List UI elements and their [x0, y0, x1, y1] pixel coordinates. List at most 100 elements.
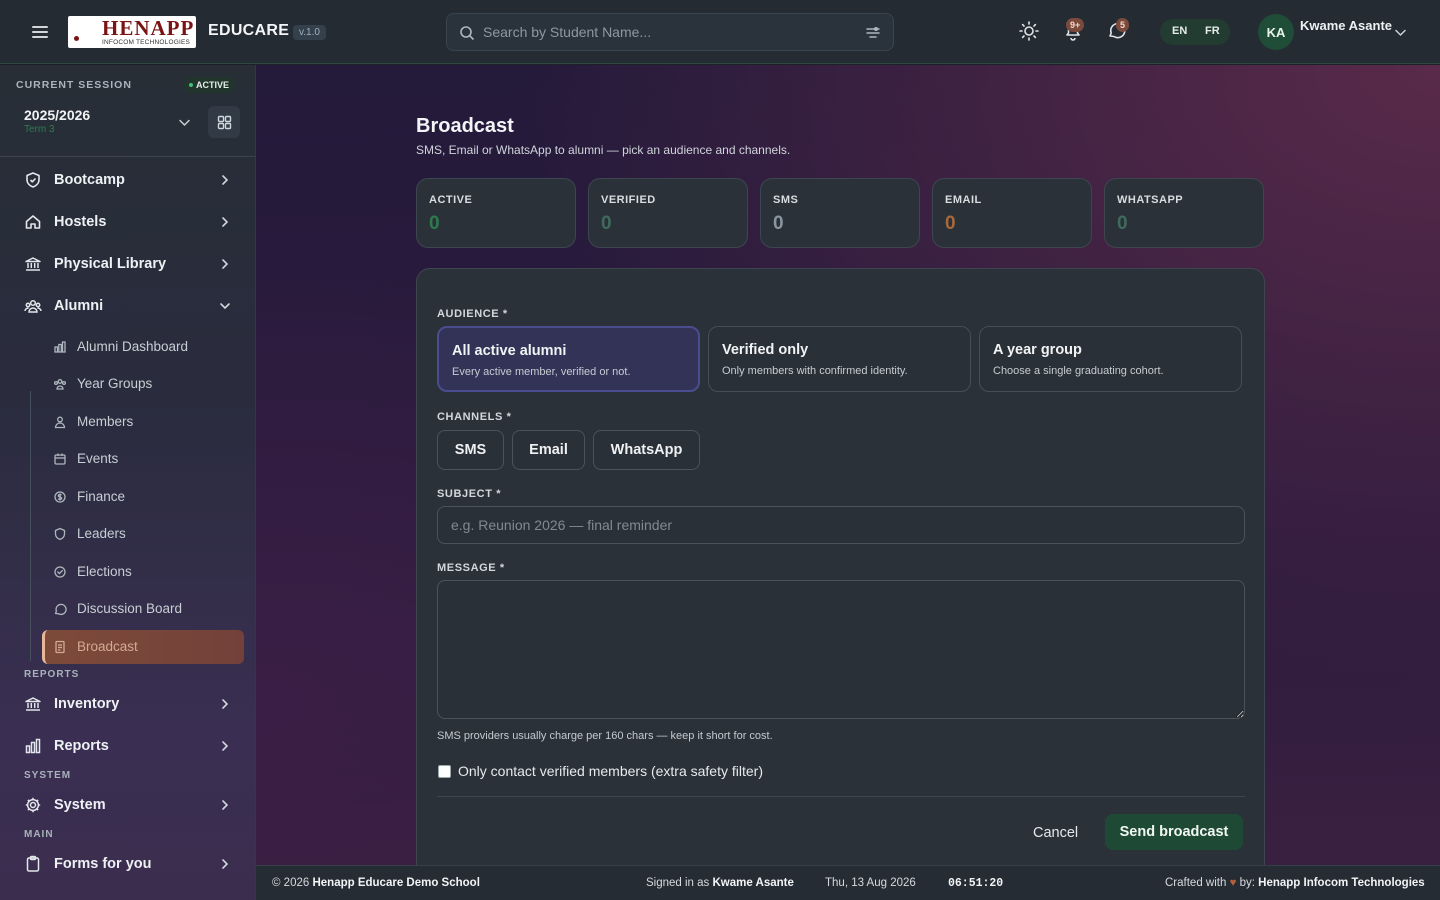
heart-icon: ♥ [1229, 877, 1237, 889]
cancel-button[interactable]: Cancel [1021, 819, 1090, 847]
main-content: Broadcast SMS, Email or WhatsApp to alum… [256, 65, 1440, 865]
stat-value: 0 [773, 213, 784, 234]
footer-credits: Crafted with ♥ by: Henapp Infocom Techno… [1165, 877, 1425, 889]
broadcast-icon [55, 640, 65, 654]
lang-en-button[interactable]: EN [1172, 25, 1187, 37]
chevron-right-icon [222, 175, 229, 185]
sidebar-item-leaders[interactable]: Leaders [42, 517, 244, 551]
building-icon [25, 697, 41, 711]
sidebar-item-alumni[interactable]: Alumni [0, 286, 255, 326]
chevron-down-icon [220, 303, 230, 310]
sidebar-item-inventory[interactable]: Inventory [0, 684, 255, 724]
sidebar-item-hostels[interactable]: Hostels [0, 202, 255, 242]
broadcast-form: AUDIENCE * All active alumni Every activ… [416, 268, 1265, 865]
lang-fr-button[interactable]: FR [1205, 25, 1220, 37]
chevron-down-icon[interactable] [178, 116, 191, 129]
notifications-badge: 9+ [1066, 18, 1085, 32]
message-textarea[interactable] [437, 580, 1245, 719]
footer: © 2026 Henapp Educare Demo School Signed… [256, 865, 1440, 900]
verified-only-checkbox[interactable] [438, 765, 451, 778]
chevron-right-icon [222, 859, 229, 869]
users-icon [24, 299, 42, 313]
sidebar: CURRENT SESSION ACTIVE 2025/2026 Term 3 … [0, 65, 256, 900]
messages-badge: 5 [1116, 18, 1130, 32]
bar-chart-icon [25, 738, 41, 754]
channel-email-button[interactable]: Email [512, 430, 585, 470]
library-icon [25, 257, 41, 271]
sun-icon[interactable] [1018, 20, 1040, 42]
audience-option-year-group[interactable]: A year group Choose a single graduating … [979, 326, 1242, 392]
avatar[interactable]: KA [1258, 14, 1294, 50]
verified-only-label[interactable]: Only contact verified members (extra saf… [458, 763, 763, 779]
search-icon [460, 26, 475, 41]
chat-icon [54, 603, 67, 615]
stat-value: 0 [601, 213, 612, 234]
stat-card-verified: VERIFIED 0 [588, 178, 748, 248]
check-circle-icon [54, 566, 66, 578]
clipboard-icon [26, 855, 40, 872]
stat-value: 0 [945, 213, 956, 234]
sidebar-item-events[interactable]: Events [42, 442, 244, 476]
user-name[interactable]: Kwame Asante [1300, 18, 1392, 33]
top-bar: HENAPP INFOCOM TECHNOLOGIES EDUCARE v.1.… [0, 0, 1440, 64]
channels-label: CHANNELS * [437, 411, 512, 423]
group-icon [53, 379, 67, 390]
chevron-down-icon[interactable] [1394, 26, 1407, 39]
stat-value: 0 [429, 213, 440, 234]
session-label: CURRENT SESSION [16, 79, 132, 91]
page-title: Broadcast [416, 115, 514, 137]
footer-copyright: © 2026 Henapp Educare Demo School [272, 877, 480, 889]
section-label-system: SYSTEM [24, 770, 72, 781]
status-badge: ACTIVE [184, 77, 236, 93]
sidebar-item-reports[interactable]: Reports [0, 726, 255, 766]
message-label: MESSAGE * [437, 562, 505, 574]
sidebar-item-elections[interactable]: Elections [42, 555, 244, 589]
home-icon [25, 215, 41, 229]
footer-clock: 06:51:20 [948, 877, 1004, 890]
sidebar-item-discussion-board[interactable]: Discussion Board [42, 592, 244, 626]
sms-cost-hint: SMS providers usually charge per 160 cha… [437, 730, 773, 742]
chevron-right-icon [222, 699, 229, 709]
apps-grid-button[interactable] [208, 106, 240, 138]
user-icon [54, 416, 66, 429]
sidebar-item-bootcamp[interactable]: Bootcamp [0, 160, 255, 200]
version-badge: v.1.0 [293, 25, 326, 40]
gear-icon [25, 797, 41, 813]
audience-option-all[interactable]: All active alumni Every active member, v… [437, 326, 700, 392]
send-broadcast-button[interactable]: Send broadcast [1105, 814, 1243, 850]
brand-name: EDUCARE [208, 22, 290, 39]
submenu-guide [30, 391, 31, 661]
audience-option-verified[interactable]: Verified only Only members with confirme… [708, 326, 971, 392]
session-year[interactable]: 2025/2026 [24, 107, 90, 123]
channel-sms-button[interactable]: SMS [437, 430, 504, 470]
chevron-right-icon [222, 741, 229, 751]
menu-icon[interactable] [28, 21, 52, 43]
subject-input[interactable] [437, 506, 1245, 544]
sidebar-item-forms-for-you[interactable]: Forms for you [0, 844, 255, 884]
sidebar-item-broadcast[interactable]: Broadcast [42, 630, 244, 664]
logo[interactable]: HENAPP INFOCOM TECHNOLOGIES [68, 16, 196, 48]
chevron-right-icon [222, 217, 229, 227]
channel-whatsapp-button[interactable]: WhatsApp [593, 430, 700, 470]
chevron-right-icon [222, 259, 229, 269]
sidebar-item-alumni-dashboard[interactable]: Alumni Dashboard [42, 330, 244, 364]
stat-value: 0 [1117, 213, 1128, 234]
sidebar-item-system[interactable]: System [0, 785, 255, 825]
sidebar-item-physical-library[interactable]: Physical Library [0, 244, 255, 284]
stat-card-whatsapp: WHATSAPP 0 [1104, 178, 1264, 248]
page-subtitle: SMS, Email or WhatsApp to alumni — pick … [416, 143, 791, 157]
stat-card-active: ACTIVE 0 [416, 178, 576, 248]
chart-icon [54, 341, 66, 353]
filter-icon[interactable] [865, 25, 881, 41]
sidebar-item-year-groups[interactable]: Year Groups [42, 367, 244, 401]
chevron-right-icon [222, 800, 229, 810]
coin-icon [54, 491, 66, 503]
sidebar-item-members[interactable]: Members [42, 405, 244, 439]
search-input[interactable] [483, 20, 853, 44]
section-label-main: MAIN [24, 829, 54, 840]
sidebar-item-finance[interactable]: Finance [42, 480, 244, 514]
subject-label: SUBJECT * [437, 488, 502, 500]
session-term: Term 3 [24, 124, 55, 135]
audience-label: AUDIENCE * [437, 308, 508, 320]
footer-signed-in: Signed in as Kwame Asante [646, 877, 794, 889]
